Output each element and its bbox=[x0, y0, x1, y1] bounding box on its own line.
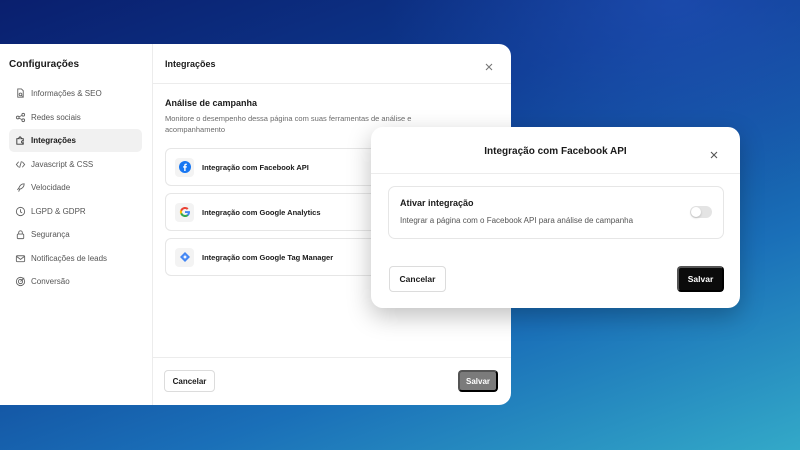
cancel-button[interactable]: Cancelar bbox=[164, 370, 215, 392]
share-icon bbox=[15, 112, 26, 123]
sidebar-item-label: Notificações de leads bbox=[31, 253, 108, 263]
puzzle-icon bbox=[15, 135, 26, 146]
activate-integration-card: Ativar integração Integrar a página com … bbox=[388, 186, 724, 239]
sidebar-item-label: Redes sociais bbox=[31, 112, 81, 122]
section-title: Análise de campanha bbox=[165, 98, 258, 108]
shield-icon bbox=[15, 206, 26, 217]
sidebar-item-conversao[interactable]: Conversão bbox=[9, 270, 142, 293]
sidebar-item-label: Integrações bbox=[31, 136, 76, 145]
facebook-api-modal: Integração com Facebook API Ativar integ… bbox=[371, 127, 740, 308]
code-icon bbox=[15, 159, 26, 170]
target-icon bbox=[15, 276, 26, 287]
mail-icon bbox=[15, 253, 26, 264]
sidebar-item-label: Segurança bbox=[31, 230, 70, 239]
integration-label: Integração com Google Tag Manager bbox=[202, 252, 334, 262]
sidebar-item-seguranca[interactable]: Segurança bbox=[9, 223, 142, 246]
sidebar-list: Informações & SEO Redes sociais Integraç… bbox=[9, 82, 142, 294]
sidebar-item-lgpd-gdpr[interactable]: LGPD & GDPR bbox=[9, 200, 142, 223]
sidebar-item-javascript-css[interactable]: Javascript & CSS bbox=[9, 153, 142, 176]
integration-label: Integração com Facebook API bbox=[202, 162, 309, 172]
main-header: Integrações bbox=[153, 44, 511, 84]
page-title: Integrações bbox=[165, 59, 216, 69]
sidebar-item-notificacoes-leads[interactable]: Notificações de leads bbox=[9, 247, 142, 270]
document-search-icon bbox=[15, 88, 26, 99]
modal-header: Integração com Facebook API bbox=[371, 127, 740, 174]
sidebar-item-integracoes[interactable]: Integrações bbox=[9, 129, 142, 152]
close-icon[interactable] bbox=[484, 59, 494, 71]
sidebar-item-label: Velocidade bbox=[31, 183, 71, 192]
modal-title: Integração com Facebook API bbox=[484, 146, 627, 157]
close-icon[interactable] bbox=[709, 147, 719, 159]
sidebar-title: Configurações bbox=[9, 59, 80, 70]
sidebar-item-label: LGPD & GDPR bbox=[31, 206, 86, 216]
sidebar: Configurações Informações & SEO Redes so… bbox=[0, 44, 153, 405]
sidebar-item-label: Conversão bbox=[31, 277, 70, 286]
tag-manager-icon bbox=[175, 247, 194, 267]
sidebar-item-velocidade[interactable]: Velocidade bbox=[9, 176, 142, 199]
modal-cancel-button[interactable]: Cancelar bbox=[389, 266, 446, 292]
sidebar-item-informacoes-seo[interactable]: Informações & SEO bbox=[9, 82, 142, 105]
integration-label: Integração com Google Analytics bbox=[202, 207, 321, 217]
sidebar-item-redes-sociais[interactable]: Redes sociais bbox=[9, 106, 142, 129]
toggle-title: Ativar integração bbox=[400, 198, 474, 208]
sidebar-item-label: Javascript & CSS bbox=[31, 159, 94, 169]
toggle-knob bbox=[691, 207, 701, 217]
save-button[interactable]: Salvar bbox=[458, 370, 498, 392]
toggle-description: Integrar a página com o Facebook API par… bbox=[400, 216, 634, 225]
sidebar-item-label: Informações & SEO bbox=[31, 89, 102, 98]
modal-save-button[interactable]: Salvar bbox=[677, 266, 724, 292]
lock-icon bbox=[15, 229, 26, 240]
main-footer: Cancelar Salvar bbox=[153, 357, 511, 405]
activate-integration-toggle[interactable] bbox=[690, 206, 712, 218]
google-icon bbox=[175, 202, 194, 222]
facebook-icon bbox=[175, 157, 194, 177]
rocket-icon bbox=[15, 182, 26, 193]
